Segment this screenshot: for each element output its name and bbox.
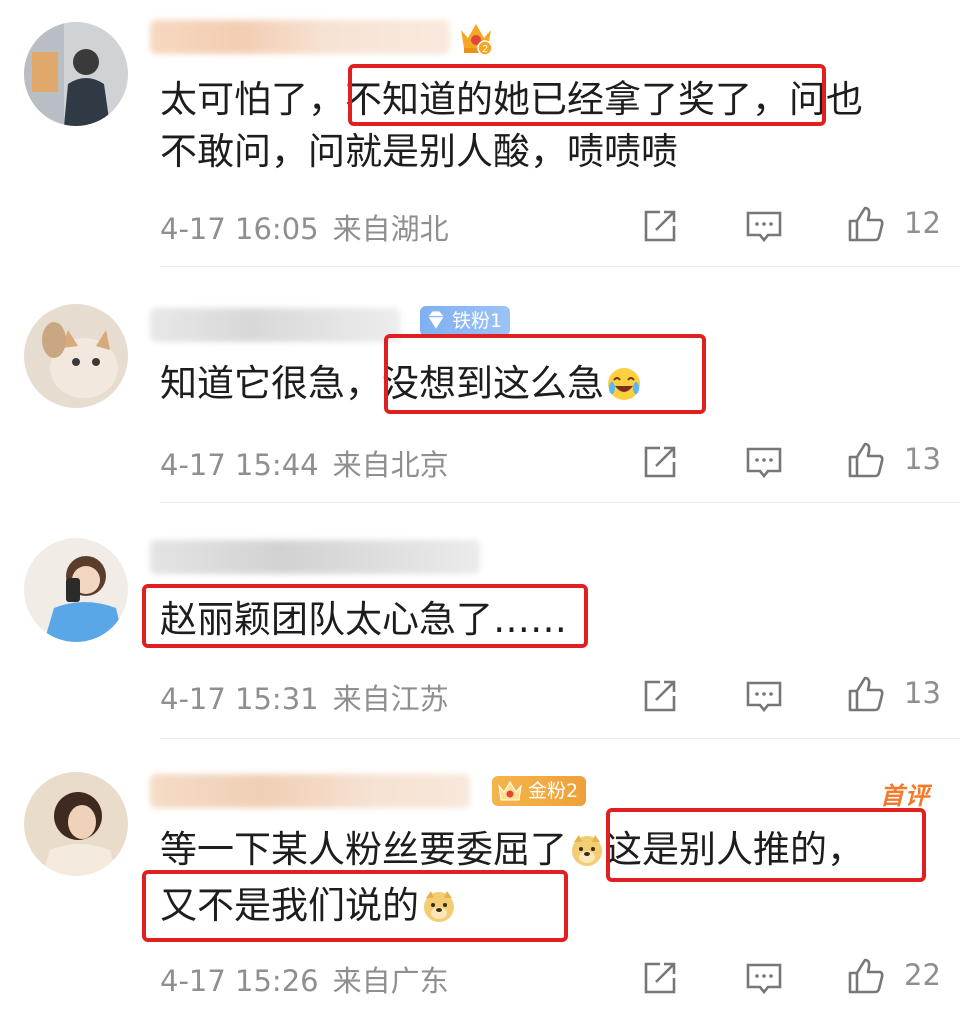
timestamp: 4-17 16:05	[160, 212, 319, 246]
divider	[160, 266, 960, 267]
highlight-box	[348, 64, 826, 126]
username-blurred[interactable]	[150, 308, 400, 342]
like-icon[interactable]	[846, 674, 886, 714]
username-blurred[interactable]	[150, 540, 480, 574]
location: 来自江苏	[332, 682, 449, 716]
doge-emoji	[569, 826, 605, 866]
comment-meta: 4-17 15:31 来自江苏	[160, 676, 449, 718]
repost-icon[interactable]	[640, 442, 680, 482]
crown-icon	[498, 781, 522, 801]
like-icon[interactable]	[846, 204, 886, 244]
username-blurred[interactable]	[150, 20, 450, 54]
highlight-box	[142, 584, 588, 648]
username-blurred[interactable]	[150, 774, 470, 808]
like-count: 22	[904, 958, 941, 992]
crown-level-icon: 2	[458, 18, 494, 56]
comment-meta: 4-17 16:05 来自湖北	[160, 206, 449, 248]
highlight-box	[142, 870, 568, 942]
repost-icon[interactable]	[640, 676, 680, 716]
location: 来自广东	[332, 964, 449, 998]
repost-icon[interactable]	[640, 958, 680, 998]
repost-icon[interactable]	[640, 206, 680, 246]
comment-item: 铁粉1 知道它很急，没想到这么急 4-17 15:44 来自北京 13	[0, 268, 960, 504]
avatar[interactable]	[24, 22, 128, 126]
like-count: 12	[904, 206, 941, 240]
divider	[160, 738, 960, 739]
highlight-box	[384, 334, 706, 414]
diamond-icon	[428, 311, 444, 329]
avatar[interactable]	[24, 538, 128, 642]
like-icon[interactable]	[846, 440, 886, 480]
timestamp: 4-17 15:31	[160, 682, 319, 716]
fan-badge[interactable]: 铁粉1	[420, 306, 511, 336]
comment-meta: 4-17 15:26 来自广东	[160, 958, 449, 1000]
first-comment-tag: 首评	[880, 782, 930, 810]
comment-meta: 4-17 15:44 来自北京	[160, 442, 449, 484]
avatar[interactable]	[24, 304, 128, 408]
reply-icon[interactable]	[744, 676, 784, 716]
svg-text:2: 2	[482, 44, 488, 55]
location: 来自北京	[332, 448, 449, 482]
comment-item: 赵丽颖团队太心急了…… 4-17 15:31 来自江苏 13	[0, 504, 960, 740]
timestamp: 4-17 15:26	[160, 964, 319, 998]
reply-icon[interactable]	[744, 958, 784, 998]
like-count: 13	[904, 676, 941, 710]
like-icon[interactable]	[846, 956, 886, 996]
location: 来自湖北	[332, 212, 449, 246]
comment-item: 2 太可怕了，不知道的她已经拿了奖了，问也 不敢问，问就是别人酸，啧啧啧 4-1…	[0, 0, 960, 268]
avatar[interactable]	[24, 772, 128, 876]
fan-badge[interactable]: 金粉2	[492, 776, 587, 806]
comment-text-line: 不敢问，问就是别人酸，啧啧啧	[160, 130, 678, 173]
like-count: 13	[904, 442, 941, 476]
comment-item: 金粉2 首评 等一下某人粉丝要委屈了 这是别人推的， 又不是我们说的 4-17 1…	[0, 740, 960, 1021]
reply-icon[interactable]	[744, 206, 784, 246]
reply-icon[interactable]	[744, 442, 784, 482]
timestamp: 4-17 15:44	[160, 448, 319, 482]
divider	[160, 502, 960, 503]
highlight-box	[606, 808, 926, 882]
